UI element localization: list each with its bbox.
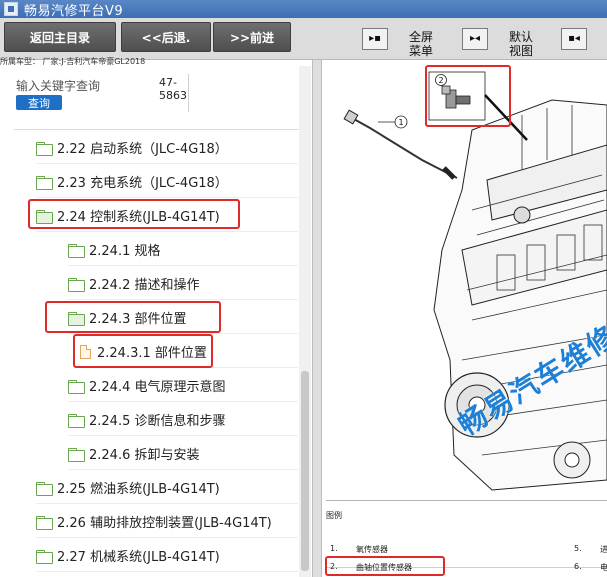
tree-scrollbar[interactable] xyxy=(299,66,311,577)
callout-2: 2 xyxy=(438,76,443,85)
folder-icon xyxy=(36,175,53,190)
tree-item-2-24-4[interactable]: 2.24.4 电气原理示意图 xyxy=(68,370,298,402)
tree-item-2-23[interactable]: 2.23 充电系统（JLC-4G18） xyxy=(36,166,298,198)
tree-item-2-24-6[interactable]: 2.24.6 拆卸与安装 xyxy=(68,438,298,470)
search-divider xyxy=(188,74,189,112)
legend-title: 图例 xyxy=(326,511,342,520)
folder-icon xyxy=(68,243,85,258)
legend-text: 进 xyxy=(600,545,607,554)
window-title: 畅易汽修平台V9 xyxy=(24,3,124,19)
app-icon xyxy=(4,2,18,16)
vehicle-info: 所属车型： 厂家:J-吉利汽车帝豪GL2018 xyxy=(0,57,146,66)
collapse-right-icon[interactable]: ▪◂ xyxy=(561,28,587,50)
folder-icon xyxy=(36,515,53,530)
tree-item-2-27[interactable]: 2.27 机械系统(JLB-4G14T) xyxy=(36,540,298,572)
callout-1: 1 xyxy=(398,118,403,127)
split-view-icon[interactable]: ▸◂ xyxy=(462,28,488,50)
highlight-box xyxy=(45,301,221,333)
section-divider xyxy=(14,129,300,130)
catalog-panel: 输入关键字查询 查询 47- 5863 2.22 启动系统（JLC-4G18） … xyxy=(0,66,312,577)
content-panel: 1 2 畅易汽车维修 图例 1. 氧传感器 2. 曲轴位置传感器 5. 进 6.… xyxy=(322,60,607,577)
title-bar: 畅易汽修平台V9 xyxy=(0,0,607,19)
tree-item-2-25[interactable]: 2.25 燃油系统(JLB-4G14T) xyxy=(36,472,298,504)
search-input[interactable]: 输入关键字查询 xyxy=(16,77,100,94)
folder-icon xyxy=(36,549,53,564)
doc-code: 47- 5863 xyxy=(159,76,187,102)
fullscreen-menu-button[interactable]: 全屏菜单 xyxy=(406,30,436,58)
tree-item-2-24-5[interactable]: 2.24.5 诊断信息和步骤 xyxy=(68,404,298,436)
tree-item-2-24-2[interactable]: 2.24.2 描述和操作 xyxy=(68,268,298,300)
highlight-box xyxy=(73,334,213,368)
legend-number: 5. xyxy=(574,544,582,553)
tree-item-2-22[interactable]: 2.22 启动系统（JLC-4G18） xyxy=(36,132,298,164)
default-view-button[interactable]: 默认视图 xyxy=(506,30,536,58)
scrollbar-thumb[interactable] xyxy=(301,371,309,571)
highlight-box xyxy=(325,556,445,576)
forward-button[interactable]: >>前进 xyxy=(213,22,291,52)
tree-item-2-24-1[interactable]: 2.24.1 规格 xyxy=(68,234,298,266)
panel-splitter[interactable] xyxy=(312,60,322,577)
legend-number: 6. xyxy=(574,562,582,571)
back-button[interactable]: <<后退. xyxy=(121,22,211,52)
folder-icon xyxy=(68,379,85,394)
search-button[interactable]: 查询 xyxy=(16,95,62,110)
collapse-left-icon[interactable]: ▸▪ xyxy=(362,28,388,50)
folder-icon xyxy=(68,277,85,292)
legend-number: 1. xyxy=(330,544,338,553)
folder-icon xyxy=(68,447,85,462)
tree-item-2-26[interactable]: 2.26 辅助排放控制装置(JLB-4G14T) xyxy=(36,506,298,538)
toolbar: 返回主目录 <<后退. >>前进 ▸▪ 全屏菜单 ▸◂ 默认视图 ▪◂ xyxy=(0,18,607,60)
folder-icon xyxy=(36,481,53,496)
highlight-box xyxy=(28,199,240,229)
folder-icon xyxy=(68,413,85,428)
folder-icon xyxy=(36,141,53,156)
home-button[interactable]: 返回主目录 xyxy=(4,22,116,52)
figure-divider xyxy=(326,500,607,501)
legend-text: 电 xyxy=(600,563,607,572)
legend-text: 氧传感器 xyxy=(356,545,388,554)
